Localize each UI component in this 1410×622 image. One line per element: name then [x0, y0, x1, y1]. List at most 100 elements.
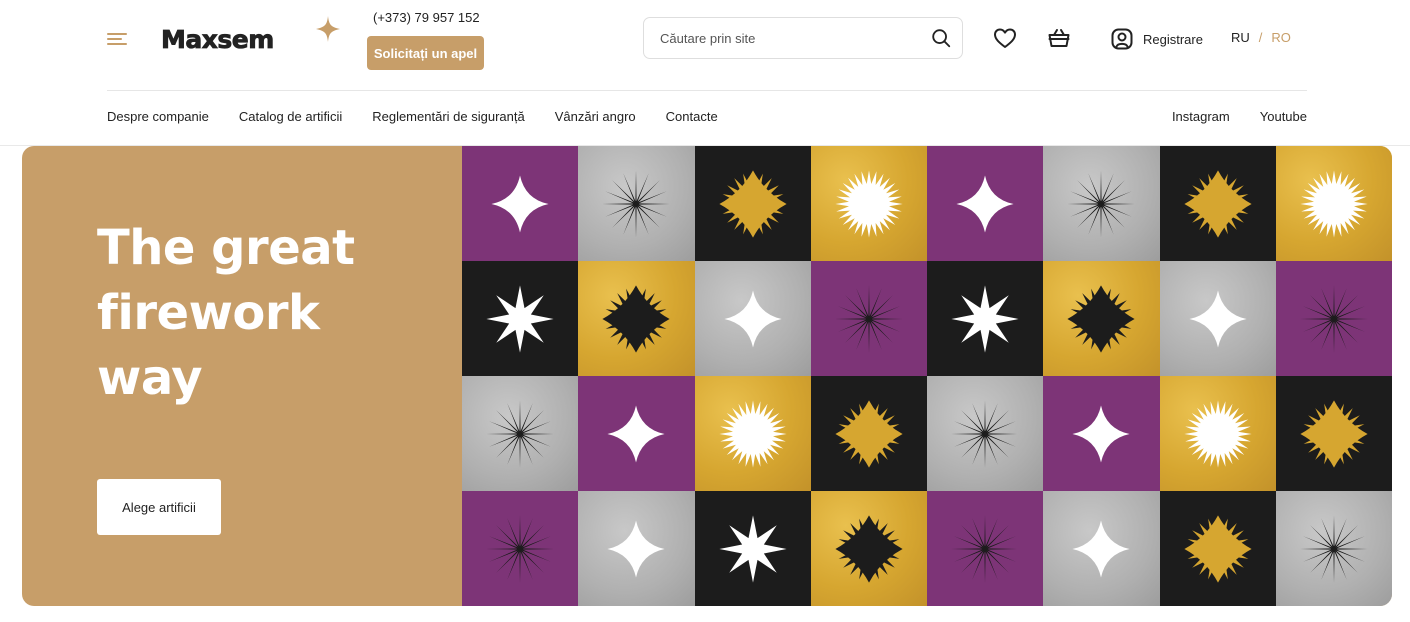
pattern-tile [578, 376, 695, 491]
pattern-tile [1275, 261, 1392, 376]
pattern-tile [927, 146, 1044, 261]
phone-number[interactable]: (+373) 79 957 152 [373, 10, 480, 25]
user-icon [1111, 28, 1133, 50]
logo[interactable]: Maxsem [161, 16, 346, 56]
pattern-tile [1043, 376, 1160, 491]
spiky-diamond-icon [1067, 284, 1135, 353]
pattern-tile [462, 146, 579, 261]
hero-banner: The great firework way Alege artificii [22, 146, 1392, 606]
burst-icon [602, 169, 670, 238]
sparkle-icon [1072, 404, 1130, 463]
star8-icon [486, 284, 554, 353]
sparkle-icon [491, 174, 549, 233]
pattern-tile [1043, 146, 1160, 261]
pattern-tile [578, 146, 695, 261]
pattern-tile [1275, 376, 1392, 491]
firework-pattern-grid [462, 146, 1392, 606]
spiky-diamond-icon [719, 169, 787, 238]
hero-title-line: firework [97, 285, 320, 341]
logo-text: Maxsem [161, 25, 275, 55]
nav-contacts[interactable]: Contacte [666, 109, 718, 124]
burst-icon [951, 399, 1019, 468]
pattern-tile [694, 376, 811, 491]
search-input[interactable] [660, 27, 920, 49]
sparkle-icon [607, 404, 665, 463]
spiky-diamond-icon [1184, 169, 1252, 238]
pattern-tile [927, 491, 1044, 606]
spiky-diamond-icon [835, 399, 903, 468]
pattern-tile [927, 261, 1044, 376]
choose-fireworks-button[interactable]: Alege artificii [97, 479, 221, 535]
pattern-tile [462, 261, 579, 376]
sun-icon [1184, 399, 1252, 468]
pattern-tile [810, 376, 927, 491]
header-divider [107, 90, 1307, 91]
pattern-tile [1159, 146, 1276, 261]
lang-separator: / [1258, 30, 1263, 45]
nav-safety[interactable]: Reglementări de siguranță [372, 109, 524, 124]
language-switcher: RU / RO [1231, 30, 1291, 45]
main-nav: Despre companie Catalog de artificii Reg… [107, 109, 718, 124]
pattern-tile [578, 261, 695, 376]
sparkle-icon [724, 289, 782, 348]
pattern-tile [1275, 491, 1392, 606]
search-icon[interactable] [930, 27, 952, 49]
account-label: Registrare [1143, 31, 1203, 47]
sparkle-icon [1189, 289, 1247, 348]
pattern-tile [694, 491, 811, 606]
social-links: Instagram Youtube [1172, 109, 1307, 124]
nav-wholesale[interactable]: Vânzări angro [555, 109, 636, 124]
spiky-diamond-icon [602, 284, 670, 353]
hero-title-line: The great [97, 220, 355, 276]
burst-icon [951, 514, 1019, 583]
pattern-tile [1043, 261, 1160, 376]
pattern-tile [462, 376, 579, 491]
sun-icon [719, 399, 787, 468]
pattern-tile [578, 491, 695, 606]
request-call-button[interactable]: Solicitați un apel [367, 36, 484, 70]
pattern-tile [1043, 491, 1160, 606]
account-link[interactable]: Registrare [1110, 26, 1203, 52]
burst-icon [486, 514, 554, 583]
sparkle-icon [956, 174, 1014, 233]
sun-icon [835, 169, 903, 238]
burst-icon [1067, 169, 1135, 238]
lang-ro[interactable]: RO [1271, 30, 1291, 45]
hero-title-line: way [97, 350, 203, 406]
burst-icon [486, 399, 554, 468]
spiky-diamond-icon [1184, 514, 1252, 583]
pattern-tile [694, 146, 811, 261]
logo-star-icon [316, 16, 340, 42]
pattern-tile [1159, 491, 1276, 606]
burst-icon [1300, 284, 1368, 353]
nav-catalog[interactable]: Catalog de artificii [239, 109, 342, 124]
pattern-tile [1275, 146, 1392, 261]
hamburger-menu-icon[interactable] [107, 31, 129, 47]
nav-about[interactable]: Despre companie [107, 109, 209, 124]
star8-icon [719, 514, 787, 583]
hero-title: The great firework way [97, 216, 427, 411]
pattern-tile [810, 146, 927, 261]
pattern-tile [927, 376, 1044, 491]
sparkle-icon [607, 519, 665, 578]
pattern-tile [1159, 261, 1276, 376]
sparkle-icon [1072, 519, 1130, 578]
pattern-tile [1159, 376, 1276, 491]
burst-icon [1300, 514, 1368, 583]
heart-icon[interactable] [993, 27, 1017, 49]
spiky-diamond-icon [1300, 399, 1368, 468]
basket-icon[interactable] [1047, 26, 1071, 50]
search-box [643, 17, 963, 59]
sun-icon [1300, 169, 1368, 238]
pattern-tile [810, 261, 927, 376]
spiky-diamond-icon [835, 514, 903, 583]
pattern-tile [810, 491, 927, 606]
social-youtube[interactable]: Youtube [1260, 109, 1307, 124]
star8-icon [951, 284, 1019, 353]
pattern-tile [694, 261, 811, 376]
burst-icon [835, 284, 903, 353]
site-header: Maxsem (+373) 79 957 152 Solicitați un a… [0, 0, 1410, 90]
pattern-tile [462, 491, 579, 606]
social-instagram[interactable]: Instagram [1172, 109, 1230, 124]
lang-ru[interactable]: RU [1231, 30, 1250, 45]
